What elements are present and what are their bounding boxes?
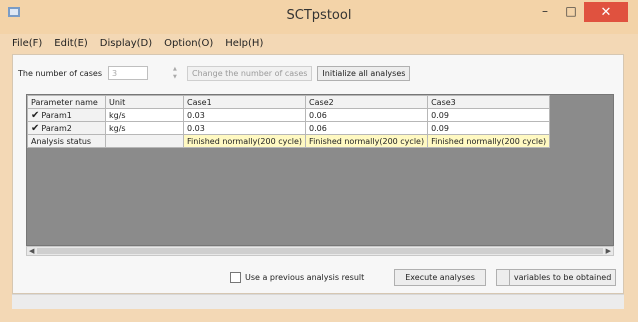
app-window: SCTpstool – □ ✕ File(F) Edit(E) Display(…: [0, 0, 638, 322]
menu-bar: File(F) Edit(E) Display(D) Option(O) Hel…: [0, 34, 638, 52]
menu-display[interactable]: Display(D): [100, 38, 152, 49]
cases-spinner[interactable]: ▲ ▼: [173, 66, 182, 80]
table-row: ✔ Param1 kg/s 0.03 0.06 0.09: [27, 108, 551, 122]
bottom-actions: Use a previous analysis result Execute a…: [230, 267, 617, 287]
value-cell[interactable]: 0.03: [182, 121, 307, 135]
execute-analyses-button[interactable]: Execute analyses: [394, 268, 486, 286]
title-bar: SCTpstool – □ ✕: [0, 0, 638, 34]
variables-dropdown-button[interactable]: [495, 268, 510, 286]
minimize-button[interactable]: –: [532, 2, 558, 20]
horizontal-scrollbar[interactable]: ◀ ▶: [26, 246, 614, 256]
value-cell[interactable]: 0.09: [427, 108, 551, 122]
cases-input[interactable]: [108, 66, 148, 80]
check-icon: ✔: [31, 122, 40, 134]
window-controls: – □ ✕: [532, 2, 628, 22]
row-name-cell[interactable]: ✔ Param1: [27, 108, 106, 122]
header-case3[interactable]: Case3: [427, 95, 551, 109]
header-row: Parameter name Unit Case1 Case2 Case3: [27, 95, 551, 109]
value-cell[interactable]: 0.06: [305, 108, 429, 122]
use-previous-label: Use a previous analysis result: [245, 272, 365, 282]
header-case1[interactable]: Case1: [182, 95, 307, 109]
status-cell[interactable]: Finished normally(200 cycle): [182, 134, 307, 148]
menu-file[interactable]: File(F): [12, 38, 42, 49]
param-name: Param1: [41, 110, 72, 120]
menu-help[interactable]: Help(H): [225, 38, 263, 49]
value-cell[interactable]: 0.03: [182, 108, 307, 122]
table-row: ✔ Param2 kg/s 0.03 0.06 0.09: [27, 121, 551, 135]
parameter-grid: Parameter name Unit Case1 Case2 Case3 ✔ P…: [26, 94, 614, 246]
cases-label: The number of cases: [18, 68, 102, 78]
scroll-left-icon[interactable]: ◀: [29, 247, 34, 255]
unit-cell[interactable]: kg/s: [105, 121, 184, 135]
menu-option[interactable]: Option(O): [164, 38, 213, 49]
header-unit[interactable]: Unit: [105, 95, 184, 109]
status-row: Analysis status Finished normally(200 cy…: [27, 134, 551, 148]
cases-toolbar: The number of cases ▲ ▼ Change the numbe…: [18, 63, 411, 83]
initialize-analyses-button[interactable]: Initialize all analyses: [317, 65, 411, 81]
use-previous-checkbox[interactable]: [230, 271, 241, 283]
status-cell[interactable]: Finished normally(200 cycle): [305, 134, 429, 148]
check-icon: ✔: [31, 109, 40, 121]
value-cell[interactable]: 0.09: [427, 121, 551, 135]
maximize-button[interactable]: □: [558, 2, 584, 20]
menu-edit[interactable]: Edit(E): [54, 38, 88, 49]
change-cases-button[interactable]: Change the number of cases: [187, 65, 313, 81]
status-row-label[interactable]: Analysis status: [27, 134, 106, 148]
row-name-cell[interactable]: ✔ Param2: [27, 121, 106, 135]
status-cell[interactable]: Finished normally(200 cycle): [427, 134, 551, 148]
spin-up-icon[interactable]: ▲: [173, 66, 182, 72]
scroll-right-icon[interactable]: ▶: [606, 247, 611, 255]
variables-button[interactable]: variables to be obtained: [509, 268, 617, 286]
param-name: Param2: [41, 123, 72, 133]
scroll-thumb[interactable]: [37, 248, 603, 254]
spin-down-icon[interactable]: ▼: [173, 74, 182, 80]
header-parameter-name[interactable]: Parameter name: [27, 95, 106, 109]
status-strip: [12, 294, 624, 309]
close-button[interactable]: ✕: [584, 2, 628, 22]
unit-cell[interactable]: kg/s: [105, 108, 184, 122]
parameter-table: Parameter name Unit Case1 Case2 Case3 ✔ P…: [27, 95, 551, 148]
header-case2[interactable]: Case2: [305, 95, 429, 109]
value-cell[interactable]: 0.06: [305, 121, 429, 135]
status-unit-cell: [105, 134, 184, 148]
